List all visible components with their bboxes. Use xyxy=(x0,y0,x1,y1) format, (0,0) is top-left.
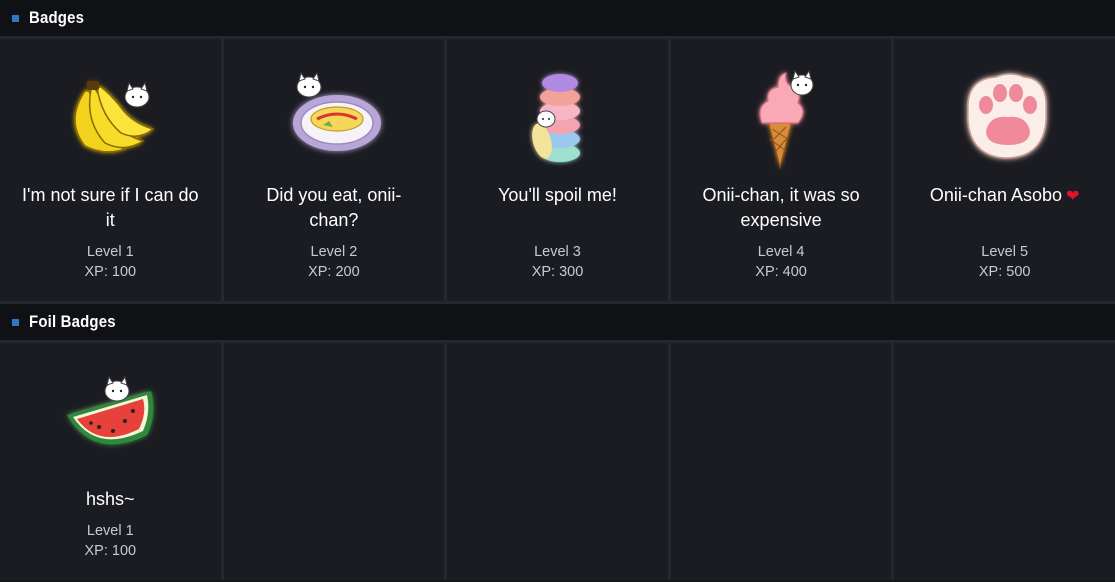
badge-card[interactable]: Onii-chan Asobo ❤ Level 5 XP: 500 xyxy=(894,39,1115,301)
section-bullet-icon xyxy=(12,14,19,22)
badge-xp: XP: 400 xyxy=(755,264,807,280)
badge-xp: XP: 500 xyxy=(978,264,1031,280)
badge-level: Level 2 xyxy=(310,244,358,260)
empty-badge-slot xyxy=(223,343,445,580)
badge-title: You'll spoil me! xyxy=(498,185,617,205)
section-bullet-icon xyxy=(12,318,19,326)
badges-section-header: Badges xyxy=(0,0,1115,39)
badge-title: Did you eat, onii-chan? xyxy=(266,185,402,230)
badge-xp: XP: 200 xyxy=(308,264,360,280)
foil-badge-card[interactable]: hshs~ Level 1 XP: 100 xyxy=(0,343,221,580)
badge-level: Level 5 xyxy=(981,244,1029,260)
heart-icon: ❤ xyxy=(1066,188,1080,205)
badge-xp: XP: 300 xyxy=(531,264,584,280)
badge-title-text: Onii-chan Asobo xyxy=(929,185,1063,205)
foil-badges-grid: hshs~ Level 1 XP: 100 xyxy=(0,343,1115,580)
badge-xp: XP: 100 xyxy=(84,264,137,280)
badge-level: Level 1 xyxy=(86,523,134,539)
empty-badge-slot xyxy=(670,343,892,580)
paw-badge-icon xyxy=(950,61,1060,171)
foil-badges-section-header: Foil Badges xyxy=(0,301,1115,343)
badge-title: hshs~ xyxy=(86,489,135,509)
badge-level: Level 1 xyxy=(86,244,134,260)
badge-xp: XP: 100 xyxy=(84,543,137,559)
omelette-badge-icon xyxy=(279,61,389,171)
badge-card[interactable]: Did you eat, onii-chan? Level 2 XP: 200 xyxy=(223,39,445,301)
badge-card[interactable]: You'll spoil me! Level 3 XP: 300 xyxy=(447,39,668,301)
section-title: Badges xyxy=(29,8,85,27)
badge-card[interactable]: I'm not sure if I can do it Level 1 XP: … xyxy=(0,39,221,301)
watermelon-badge-icon xyxy=(55,365,165,475)
badge-title: Onii-chan, it was so expensive xyxy=(702,185,860,230)
badge-title: I'm not sure if I can do it xyxy=(22,185,199,230)
banana-badge-icon xyxy=(55,61,165,171)
ice-cream-badge-icon xyxy=(726,61,836,171)
badge-level: Level 3 xyxy=(534,244,581,260)
macaron-badge-icon xyxy=(502,61,612,171)
badge-title: Onii-chan Asobo ❤ xyxy=(915,183,1095,233)
badge-level: Level 4 xyxy=(757,244,805,260)
empty-badge-slot xyxy=(894,343,1115,580)
section-title: Foil Badges xyxy=(29,312,116,331)
empty-badge-slot xyxy=(447,343,668,580)
badge-card[interactable]: Onii-chan, it was so expensive Level 4 X… xyxy=(670,39,892,301)
badges-grid: I'm not sure if I can do it Level 1 XP: … xyxy=(0,39,1115,301)
